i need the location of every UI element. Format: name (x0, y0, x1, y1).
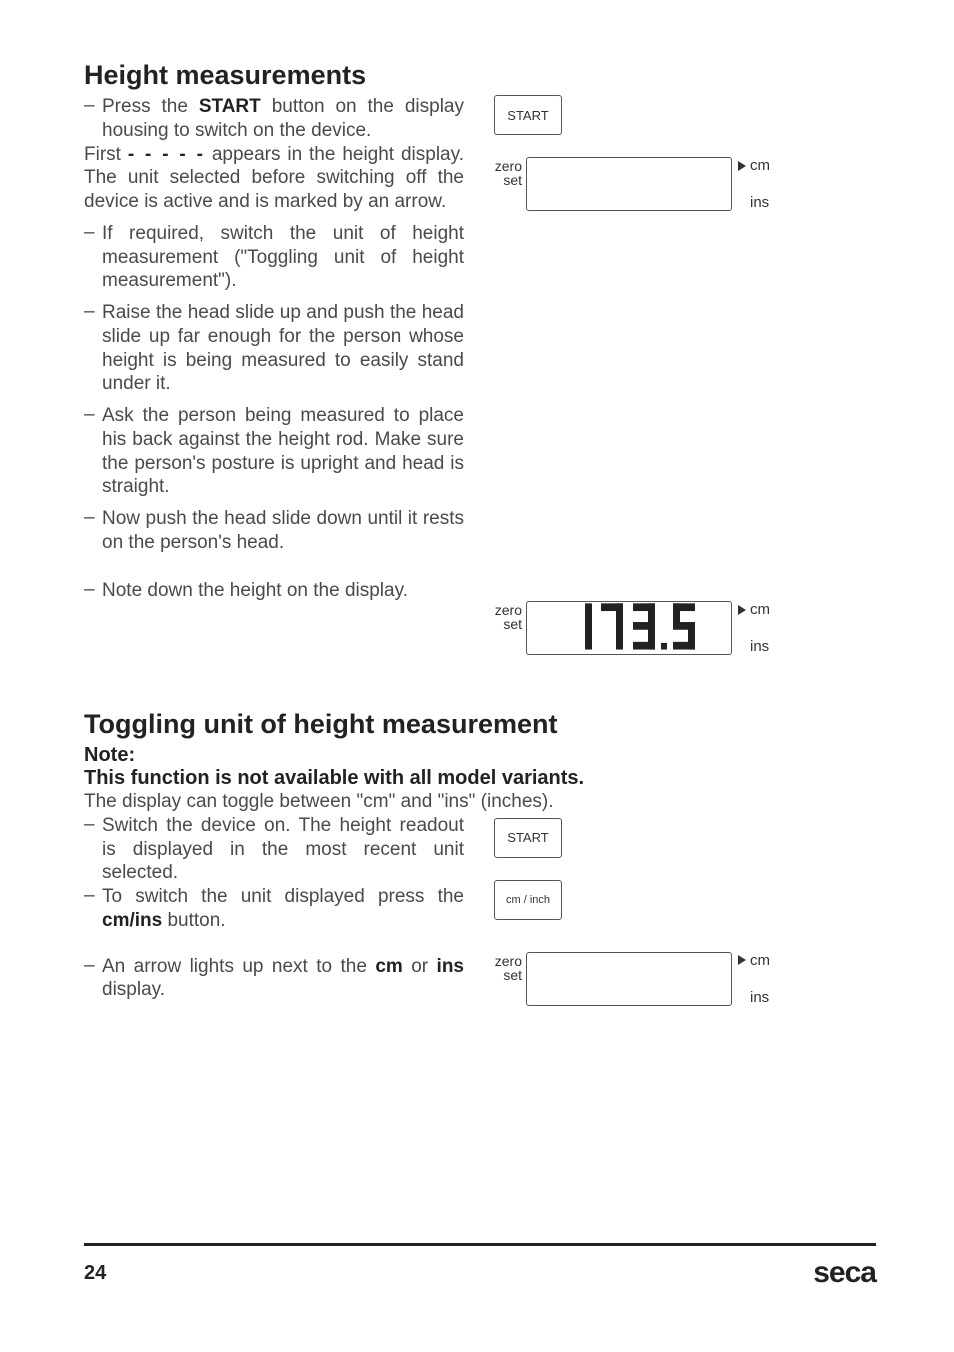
cm-inch-button-illustration: cm / inch (494, 880, 562, 920)
set-label: set (484, 617, 522, 631)
brand-logo: seca (813, 1256, 876, 1290)
arrow-right-icon (738, 161, 746, 171)
seven-segment-value (523, 597, 723, 656)
bold-text: cm/ins (102, 910, 162, 931)
bold-text: cm (375, 956, 402, 977)
text: Press the (102, 96, 199, 117)
page-footer: 24 seca (84, 1243, 876, 1290)
lcd-screen (526, 601, 732, 655)
ins-label: ins (750, 194, 769, 211)
arrow-right-icon (738, 955, 746, 965)
start-button-illustration: START (494, 95, 562, 135)
paragraph: The display can toggle between "cm" and … (84, 790, 876, 814)
bullet-item: – Note down the height on the display. (84, 579, 464, 603)
note-text: This function is not available with all … (84, 767, 876, 790)
text: or (403, 956, 437, 977)
bullet-item: – Press the START button on the display … (84, 95, 464, 143)
display-illustration-empty: zero set cm ins (484, 952, 876, 1006)
section-heading-toggle: Toggling unit of height measurement (84, 709, 876, 740)
text: An arrow lights up next to the (102, 956, 375, 977)
cm-label: cm (750, 601, 770, 618)
bullet-item: – Switch the device on. The height reado… (84, 814, 464, 885)
page-number: 24 (84, 1262, 106, 1285)
cm-label: cm (750, 157, 770, 174)
bullet-item: – Raise the head slide up and push the h… (84, 301, 464, 396)
text: To switch the unit displayed press the (102, 886, 464, 907)
zero-label: zero (484, 159, 522, 173)
arrow-right-icon (738, 605, 746, 615)
lcd-value (523, 597, 723, 669)
dashes: - - - - - (128, 144, 205, 165)
bullet-item: – An arrow lights up next to the cm or i… (84, 955, 464, 1003)
note-label: Note: (84, 744, 876, 767)
bullet-item: – Now push the head slide down until it … (84, 507, 464, 555)
start-button-illustration: START (494, 818, 562, 858)
text: button. (162, 910, 225, 931)
zero-label: zero (484, 954, 522, 968)
text: Now push the head slide down until it re… (102, 507, 464, 555)
bullet-item: – If required, switch the unit of height… (84, 222, 464, 293)
ins-label: ins (750, 989, 769, 1006)
ins-label: ins (750, 638, 769, 655)
text: If required, switch the unit of height m… (102, 222, 464, 293)
text: display. (102, 979, 165, 1000)
bold-text: ins (437, 956, 464, 977)
zero-label: zero (484, 603, 522, 617)
set-label: set (484, 968, 522, 982)
set-label: set (484, 173, 522, 187)
text: Ask the person being measured to place h… (102, 404, 464, 499)
display-illustration-value: zero set (484, 601, 876, 655)
text: Switch the device on. The height readout… (102, 814, 464, 885)
cm-label: cm (750, 952, 770, 969)
text: Note down the height on the display. (102, 579, 464, 603)
display-illustration-empty: zero set cm ins (484, 157, 876, 211)
text: First (84, 144, 128, 165)
text: Raise the head slide up and push the hea… (102, 301, 464, 396)
lcd-screen (526, 157, 732, 211)
bullet-item: – To switch the unit displayed press the… (84, 885, 464, 933)
section-heading-height: Height measurements (84, 60, 876, 91)
bullet-item: – Ask the person being measured to place… (84, 404, 464, 499)
bold-text: START (199, 96, 261, 117)
lcd-screen (526, 952, 732, 1006)
paragraph: First - - - - - appears in the height di… (84, 143, 464, 214)
